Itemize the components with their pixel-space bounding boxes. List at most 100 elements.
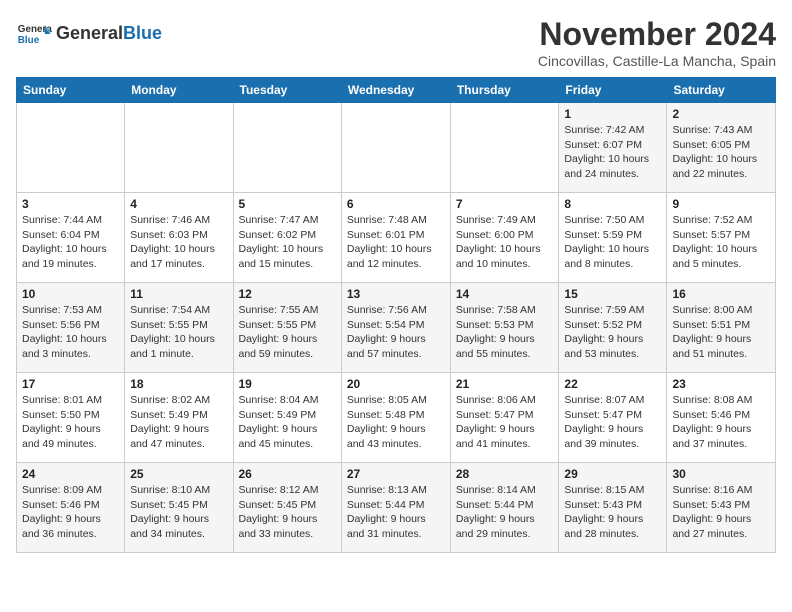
day-cell	[450, 103, 559, 193]
day-info: Sunrise: 8:16 AM Sunset: 5:43 PM Dayligh…	[672, 483, 770, 542]
logo-text: GeneralBlue	[56, 24, 162, 44]
day-info: Sunrise: 8:09 AM Sunset: 5:46 PM Dayligh…	[22, 483, 119, 542]
day-cell: 9Sunrise: 7:52 AM Sunset: 5:57 PM Daylig…	[667, 193, 776, 283]
day-number: 22	[564, 377, 661, 391]
calendar: SundayMondayTuesdayWednesdayThursdayFrid…	[16, 77, 776, 553]
day-info: Sunrise: 8:10 AM Sunset: 5:45 PM Dayligh…	[130, 483, 227, 542]
day-cell: 10Sunrise: 7:53 AM Sunset: 5:56 PM Dayli…	[17, 283, 125, 373]
day-number: 26	[239, 467, 336, 481]
day-cell: 16 Sunrise: 8:00 AM Sunset: 5:51 PM Dayli…	[667, 283, 776, 373]
day-number: 3	[22, 197, 119, 211]
day-cell: 18Sunrise: 8:02 AM Sunset: 5:49 PM Dayli…	[125, 373, 233, 463]
day-number: 18	[130, 377, 227, 391]
day-info: Sunrise: 8:07 AM Sunset: 5:47 PM Dayligh…	[564, 393, 661, 452]
day-cell: 25 Sunrise: 8:10 AM Sunset: 5:45 PM Dayli…	[125, 463, 233, 553]
day-info: Sunrise: 7:42 AM Sunset: 6:07 PM Dayligh…	[564, 123, 661, 182]
day-number: 2	[672, 107, 770, 121]
day-info: Sunrise: 8:15 AM Sunset: 5:43 PM Dayligh…	[564, 483, 661, 542]
day-info: Sunrise: 7:43 AM Sunset: 6:05 PM Dayligh…	[672, 123, 770, 182]
day-cell: 22 Sunrise: 8:07 AM Sunset: 5:47 PM Dayli…	[559, 373, 667, 463]
day-cell: 20 Sunrise: 8:05 AM Sunset: 5:48 PM Dayli…	[341, 373, 450, 463]
day-cell: 13 Sunrise: 7:56 AM Sunset: 5:54 PM Dayli…	[341, 283, 450, 373]
week-row-3: 10Sunrise: 7:53 AM Sunset: 5:56 PM Dayli…	[17, 283, 776, 373]
week-row-2: 3 Sunrise: 7:44 AM Sunset: 6:04 PM Daylig…	[17, 193, 776, 283]
day-info: Sunrise: 7:49 AM Sunset: 6:00 PM Dayligh…	[456, 213, 554, 272]
day-number: 7	[456, 197, 554, 211]
day-cell: 7 Sunrise: 7:49 AM Sunset: 6:00 PM Daylig…	[450, 193, 559, 283]
day-info: Sunrise: 7:46 AM Sunset: 6:03 PM Dayligh…	[130, 213, 227, 272]
day-number: 16	[672, 287, 770, 301]
day-number: 25	[130, 467, 227, 481]
day-cell	[17, 103, 125, 193]
day-number: 4	[130, 197, 227, 211]
day-info: Sunrise: 8:08 AM Sunset: 5:46 PM Dayligh…	[672, 393, 770, 452]
day-number: 28	[456, 467, 554, 481]
day-info: Sunrise: 8:01 AM Sunset: 5:50 PM Dayligh…	[22, 393, 119, 452]
logo-icon: General Blue	[16, 16, 52, 52]
day-number: 9	[672, 197, 770, 211]
day-number: 5	[239, 197, 336, 211]
weekday-header-row: SundayMondayTuesdayWednesdayThursdayFrid…	[17, 78, 776, 103]
day-cell: 11Sunrise: 7:54 AM Sunset: 5:55 PM Dayli…	[125, 283, 233, 373]
day-number: 14	[456, 287, 554, 301]
day-cell	[233, 103, 341, 193]
day-info: Sunrise: 7:48 AM Sunset: 6:01 PM Dayligh…	[347, 213, 445, 272]
day-number: 23	[672, 377, 770, 391]
day-number: 30	[672, 467, 770, 481]
weekday-header-tuesday: Tuesday	[233, 78, 341, 103]
svg-text:Blue: Blue	[18, 35, 40, 46]
day-number: 11	[130, 287, 227, 301]
day-cell: 23 Sunrise: 8:08 AM Sunset: 5:46 PM Dayli…	[667, 373, 776, 463]
day-number: 1	[564, 107, 661, 121]
day-cell: 17 Sunrise: 8:01 AM Sunset: 5:50 PM Dayli…	[17, 373, 125, 463]
day-cell: 3 Sunrise: 7:44 AM Sunset: 6:04 PM Daylig…	[17, 193, 125, 283]
day-cell: 19 Sunrise: 8:04 AM Sunset: 5:49 PM Dayli…	[233, 373, 341, 463]
day-cell: 27 Sunrise: 8:13 AM Sunset: 5:44 PM Dayli…	[341, 463, 450, 553]
day-number: 8	[564, 197, 661, 211]
day-info: Sunrise: 7:44 AM Sunset: 6:04 PM Dayligh…	[22, 213, 119, 272]
day-info: Sunrise: 7:50 AM Sunset: 5:59 PM Dayligh…	[564, 213, 661, 272]
day-info: Sunrise: 8:12 AM Sunset: 5:45 PM Dayligh…	[239, 483, 336, 542]
day-cell	[125, 103, 233, 193]
day-number: 24	[22, 467, 119, 481]
day-cell	[341, 103, 450, 193]
day-number: 19	[239, 377, 336, 391]
day-info: Sunrise: 7:47 AM Sunset: 6:02 PM Dayligh…	[239, 213, 336, 272]
weekday-header-monday: Monday	[125, 78, 233, 103]
day-info: Sunrise: 8:00 AM Sunset: 5:51 PM Dayligh…	[672, 303, 770, 362]
title-block: November 2024 Cincovillas, Castille-La M…	[538, 16, 776, 69]
day-number: 27	[347, 467, 445, 481]
weekday-header-thursday: Thursday	[450, 78, 559, 103]
day-number: 10	[22, 287, 119, 301]
day-cell: 2 Sunrise: 7:43 AM Sunset: 6:05 PM Daylig…	[667, 103, 776, 193]
day-cell: 21Sunrise: 8:06 AM Sunset: 5:47 PM Dayli…	[450, 373, 559, 463]
day-info: Sunrise: 7:59 AM Sunset: 5:52 PM Dayligh…	[564, 303, 661, 362]
day-info: Sunrise: 7:55 AM Sunset: 5:55 PM Dayligh…	[239, 303, 336, 362]
week-row-1: 1 Sunrise: 7:42 AM Sunset: 6:07 PM Daylig…	[17, 103, 776, 193]
day-number: 29	[564, 467, 661, 481]
day-cell: 1 Sunrise: 7:42 AM Sunset: 6:07 PM Daylig…	[559, 103, 667, 193]
day-cell: 28Sunrise: 8:14 AM Sunset: 5:44 PM Dayli…	[450, 463, 559, 553]
day-cell: 15Sunrise: 7:59 AM Sunset: 5:52 PM Dayli…	[559, 283, 667, 373]
day-cell: 12Sunrise: 7:55 AM Sunset: 5:55 PM Dayli…	[233, 283, 341, 373]
day-cell: 14Sunrise: 7:58 AM Sunset: 5:53 PM Dayli…	[450, 283, 559, 373]
day-cell: 4 Sunrise: 7:46 AM Sunset: 6:03 PM Daylig…	[125, 193, 233, 283]
day-number: 20	[347, 377, 445, 391]
day-cell: 6Sunrise: 7:48 AM Sunset: 6:01 PM Daylig…	[341, 193, 450, 283]
day-number: 13	[347, 287, 445, 301]
day-info: Sunrise: 8:13 AM Sunset: 5:44 PM Dayligh…	[347, 483, 445, 542]
month-title: November 2024	[538, 16, 776, 53]
day-info: Sunrise: 8:05 AM Sunset: 5:48 PM Dayligh…	[347, 393, 445, 452]
day-info: Sunrise: 7:56 AM Sunset: 5:54 PM Dayligh…	[347, 303, 445, 362]
logo: General Blue GeneralBlue	[16, 16, 162, 52]
location: Cincovillas, Castille-La Mancha, Spain	[538, 53, 776, 69]
day-cell: 24 Sunrise: 8:09 AM Sunset: 5:46 PM Dayli…	[17, 463, 125, 553]
weekday-header-friday: Friday	[559, 78, 667, 103]
day-cell: 8 Sunrise: 7:50 AM Sunset: 5:59 PM Daylig…	[559, 193, 667, 283]
day-cell: 30 Sunrise: 8:16 AM Sunset: 5:43 PM Dayli…	[667, 463, 776, 553]
page-header: General Blue GeneralBlue November 2024 C…	[16, 16, 776, 69]
week-row-4: 17 Sunrise: 8:01 AM Sunset: 5:50 PM Dayli…	[17, 373, 776, 463]
weekday-header-saturday: Saturday	[667, 78, 776, 103]
day-number: 17	[22, 377, 119, 391]
day-info: Sunrise: 8:04 AM Sunset: 5:49 PM Dayligh…	[239, 393, 336, 452]
